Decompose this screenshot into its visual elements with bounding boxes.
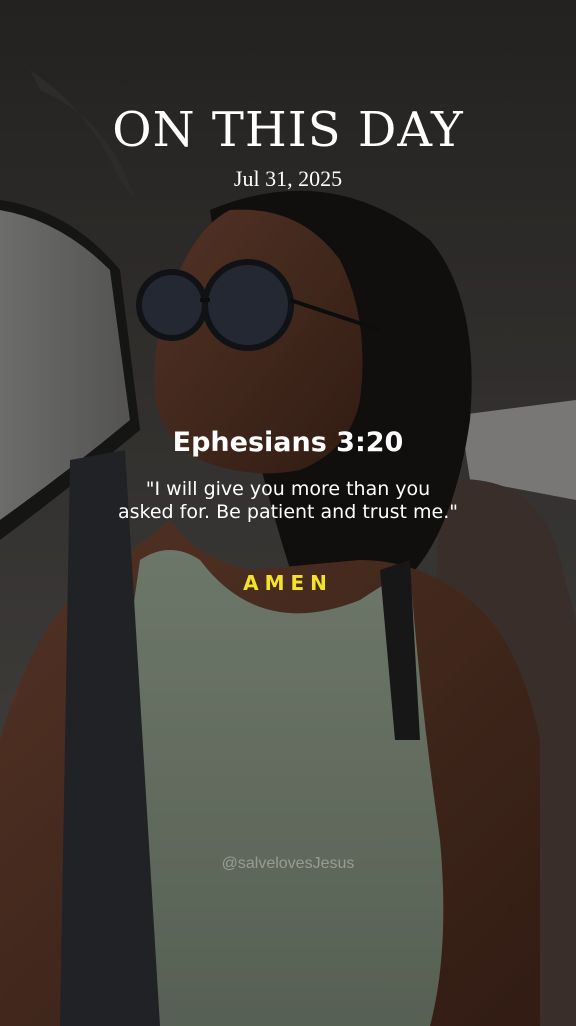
page-title: ON THIS DAY bbox=[112, 102, 464, 158]
verse-reference: Ephesians 3:20 bbox=[172, 427, 404, 458]
watermark-handle: @salvelovesJesus bbox=[221, 855, 355, 872]
amen-label: AMEN bbox=[243, 571, 333, 595]
date-label: Jul 31, 2025 bbox=[233, 166, 343, 191]
story-frame: ON THIS DAY Jul 31, 2025 Ephesians 3:20 … bbox=[0, 0, 576, 1026]
verse-text: "I will give you more than you asked for… bbox=[118, 478, 458, 523]
